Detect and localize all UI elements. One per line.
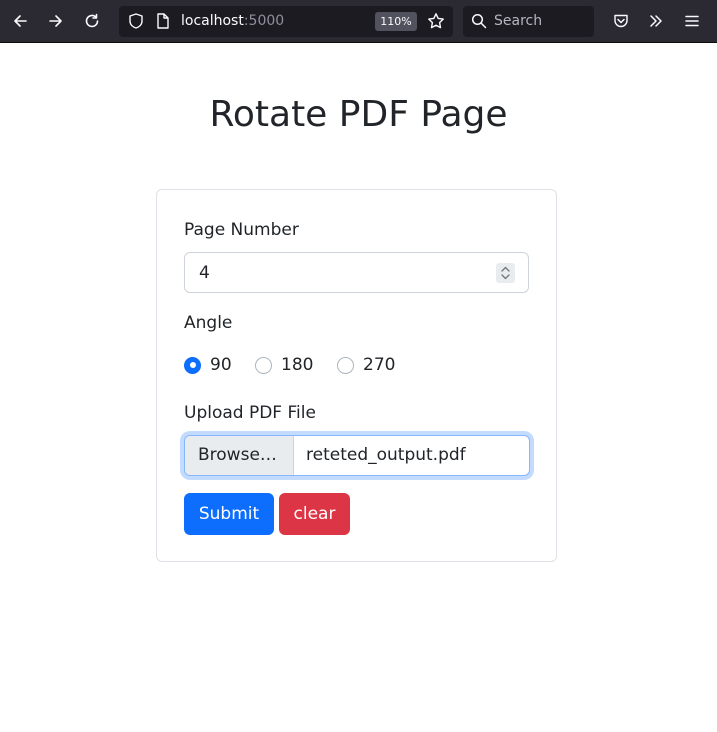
pocket-button[interactable] xyxy=(607,7,635,35)
search-placeholder: Search xyxy=(494,13,543,29)
page-number-input[interactable]: 4 xyxy=(184,252,529,293)
zoom-indicator[interactable]: 110% xyxy=(375,12,417,31)
page-number-label: Page Number xyxy=(184,220,299,240)
search-icon xyxy=(471,13,487,29)
overflow-button[interactable] xyxy=(642,7,670,35)
search-bar[interactable]: Search xyxy=(463,6,594,37)
radio-180[interactable] xyxy=(255,356,272,374)
reload-button[interactable] xyxy=(78,7,106,35)
pocket-icon xyxy=(614,14,628,28)
reload-icon xyxy=(85,13,99,28)
selected-file-name: reteted_output.pdf xyxy=(306,445,466,465)
forward-icon xyxy=(49,15,62,27)
angle-option-180[interactable]: 180 xyxy=(255,355,313,375)
radio-90[interactable] xyxy=(184,356,201,374)
shield-icon[interactable] xyxy=(127,12,145,30)
spinner-arrows-icon xyxy=(501,266,510,280)
clear-button[interactable]: clear xyxy=(279,493,350,535)
url-bar[interactable]: localhost:5000 110% xyxy=(119,6,453,37)
submit-button[interactable]: Submit xyxy=(184,493,274,535)
back-button[interactable] xyxy=(6,7,34,35)
angle-option-label: 180 xyxy=(281,355,314,375)
page-icon xyxy=(157,13,169,29)
overflow-chevrons-icon xyxy=(650,15,662,27)
url-text[interactable]: localhost:5000 xyxy=(181,13,284,29)
number-spinner[interactable] xyxy=(496,263,515,283)
bookmark-star-icon[interactable] xyxy=(427,12,445,30)
radio-270[interactable] xyxy=(337,356,354,374)
page-number-value: 4 xyxy=(199,263,210,283)
angle-option-label: 270 xyxy=(363,355,396,375)
page-title: Rotate PDF Page xyxy=(209,94,508,135)
forward-button[interactable] xyxy=(42,7,70,35)
rotate-form-card: Page Number 4 Angle 90 180 270 Upload PD… xyxy=(156,189,557,562)
angle-label: Angle xyxy=(184,313,233,333)
menu-button[interactable] xyxy=(678,7,706,35)
angle-option-90[interactable]: 90 xyxy=(184,355,232,375)
back-icon xyxy=(14,15,27,27)
angle-option-label: 90 xyxy=(210,355,232,375)
angle-option-270[interactable]: 270 xyxy=(337,355,395,375)
menu-icon xyxy=(685,15,699,27)
browse-button[interactable]: Browse… xyxy=(185,436,294,475)
browser-toolbar: localhost:5000 110% Search xyxy=(0,0,717,43)
upload-label: Upload PDF File xyxy=(184,403,316,423)
pdf-file-input[interactable]: Browse… reteted_output.pdf xyxy=(184,435,530,476)
